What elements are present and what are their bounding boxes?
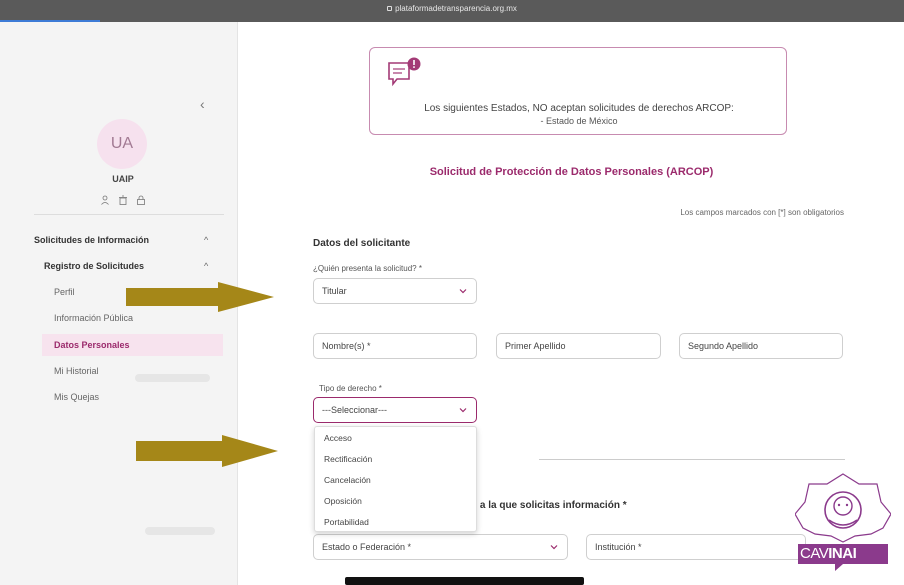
option-cancelacion[interactable]: Cancelación: [315, 469, 476, 490]
bottom-bar: [345, 577, 584, 585]
field-placeholder: Nombre(s) *: [322, 341, 371, 351]
section-title-institucion: n a la que solicitas información *: [471, 500, 627, 511]
section-divider: [539, 459, 845, 460]
chevron-up-icon[interactable]: ^: [204, 235, 208, 245]
field-placeholder: Primer Apellido: [505, 341, 566, 351]
message-alert-icon: [387, 57, 423, 87]
field-placeholder: Segundo Apellido: [688, 341, 759, 351]
sidebar-item-informacion-publica[interactable]: Información Pública: [54, 313, 133, 323]
sidebar-item-mi-historial[interactable]: Mi Historial: [54, 366, 99, 376]
browser-bar: plataformadetransparencia.org.mx: [0, 0, 904, 22]
user-icon[interactable]: [100, 192, 110, 205]
arrow-right-icon: [126, 282, 274, 312]
sidebar-item-mis-quejas[interactable]: Mis Quejas: [54, 392, 99, 402]
sidebar-item-label: Mi Historial: [54, 366, 99, 376]
lock-icon[interactable]: [136, 192, 146, 205]
notice-box: Los siguientes Estados, NO aceptan solic…: [369, 47, 787, 135]
segundo-apellido-field[interactable]: Segundo Apellido: [679, 333, 843, 359]
logo-text-cav: CAV: [800, 545, 829, 562]
logo-text: CAVINAI: [800, 545, 857, 562]
sidebar-item-perfil[interactable]: Perfil: [54, 287, 75, 297]
avatar-initials: UA: [110, 135, 134, 152]
sidebar-item-label: Información Pública: [54, 313, 134, 323]
option-rectificacion[interactable]: Rectificación: [315, 448, 476, 469]
primer-apellido-field[interactable]: Primer Apellido: [496, 333, 661, 359]
blurred-region: [135, 374, 210, 382]
sidebar-item-label: Registro de Solicitudes: [44, 261, 145, 271]
chevron-up-icon[interactable]: ^: [204, 261, 208, 271]
avatar: UA: [97, 119, 147, 169]
select-value: Estado o Federación *: [322, 542, 412, 552]
notice-state: - Estado de México: [540, 116, 618, 126]
option-acceso[interactable]: Acceso: [315, 427, 476, 448]
select-value: ---Seleccionar---: [322, 405, 388, 415]
option-oposicion[interactable]: Oposición: [315, 490, 476, 511]
tipo-derecho-options: Acceso Rectificación Cancelación Oposici…: [314, 426, 477, 532]
page-title: Solicitud de Protección de Datos Persona…: [429, 166, 714, 178]
sidebar-item-solicitudes-informacion[interactable]: Solicitudes de Información: [34, 235, 149, 245]
select-value: Institución *: [595, 542, 642, 552]
trash-icon[interactable]: [118, 192, 128, 205]
sidebar-item-label: Mis Quejas: [54, 392, 100, 402]
quien-label: ¿Quién presenta la solicitud? *: [313, 264, 422, 273]
notice-text: Los siguientes Estados, NO aceptan solic…: [424, 103, 734, 114]
logo-text-inai: INAI: [828, 545, 857, 562]
chevron-down-icon: [458, 286, 468, 296]
quien-presenta-select[interactable]: Titular: [313, 278, 477, 304]
sidebar-item-label: Datos Personales: [54, 340, 130, 350]
section-title-solicitante: Datos del solicitante: [313, 238, 411, 249]
blurred-region: [145, 527, 215, 535]
select-value: Titular: [322, 286, 347, 296]
arrow-right-icon: [136, 435, 278, 467]
tipo-derecho-label: Tipo de derecho *: [319, 384, 382, 393]
url-display[interactable]: plataformadetransparencia.org.mx: [0, 4, 904, 13]
sidebar-item-label: Perfil: [54, 287, 75, 297]
required-fields-note: Los campos marcados con [*] son obligato…: [680, 208, 844, 217]
collapse-sidebar-icon[interactable]: ‹: [200, 96, 205, 112]
sidebar-item-label: Solicitudes de Información: [34, 235, 150, 245]
lock-icon: [387, 6, 393, 12]
chevron-down-icon: [549, 542, 559, 552]
option-portabilidad[interactable]: Portabilidad: [315, 511, 476, 532]
estado-federacion-select[interactable]: Estado o Federación *: [313, 534, 568, 560]
tipo-derecho-select[interactable]: ---Seleccionar---: [313, 397, 477, 423]
sidebar-divider: [34, 214, 224, 215]
chevron-down-icon: [458, 405, 468, 415]
institucion-select[interactable]: Institución *: [586, 534, 806, 560]
url-text: plataformadetransparencia.org.mx: [395, 4, 517, 13]
user-actions: [0, 192, 246, 205]
sidebar-item-datos-personales[interactable]: Datos Personales: [54, 340, 130, 350]
cavinai-logo: CAVINAI: [794, 472, 892, 572]
user-name: UAIP: [112, 174, 134, 184]
sidebar-item-registro-solicitudes[interactable]: Registro de Solicitudes: [44, 261, 144, 271]
nombre-field[interactable]: Nombre(s) *: [313, 333, 477, 359]
